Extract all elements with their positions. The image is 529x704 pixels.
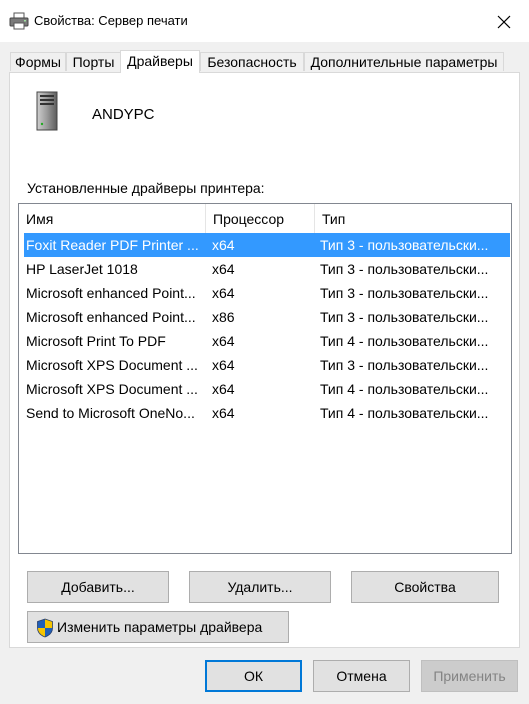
close-icon [497, 15, 511, 29]
tab-label: Безопасность [207, 54, 297, 70]
row-name: Microsoft XPS Document ... [26, 381, 198, 397]
server-icon [35, 91, 59, 131]
list-header: Имя Процессор Тип [19, 204, 511, 234]
row-processor: x86 [212, 309, 235, 325]
close-button[interactable] [484, 6, 524, 36]
properties-button[interactable]: Свойства [351, 571, 499, 603]
row-processor: x64 [212, 381, 235, 397]
table-row[interactable]: Microsoft enhanced Point... x64 Тип 3 - … [24, 281, 510, 305]
uac-shield-icon [36, 618, 54, 638]
row-type: Тип 3 - пользовательски... [320, 357, 489, 373]
row-processor: x64 [212, 261, 235, 277]
column-header-name[interactable]: Имя [19, 204, 205, 234]
row-type: Тип 4 - пользовательски... [320, 405, 489, 421]
tab-ports[interactable]: Порты [66, 52, 121, 71]
row-type: Тип 4 - пользовательски... [320, 381, 489, 397]
change-driver-settings-button[interactable]: Изменить параметры драйвера [27, 611, 289, 643]
row-processor: x64 [212, 357, 235, 373]
column-header-type[interactable]: Тип [315, 204, 511, 234]
remove-button[interactable]: Удалить... [189, 571, 331, 603]
row-name: Microsoft enhanced Point... [26, 309, 196, 325]
column-header-processor[interactable]: Процессор [206, 204, 314, 234]
row-processor: x64 [212, 405, 235, 421]
tab-drivers[interactable]: Драйверы [120, 50, 200, 73]
row-type: Тип 3 - пользовательски... [320, 309, 489, 325]
tab-advanced[interactable]: Дополнительные параметры [304, 52, 504, 71]
row-type: Тип 3 - пользовательски... [320, 285, 489, 301]
title-bar: Свойства: Сервер печати [0, 0, 529, 42]
table-row[interactable]: Microsoft XPS Document ... x64 Тип 4 - п… [24, 377, 510, 401]
row-name: Send to Microsoft OneNo... [26, 405, 195, 421]
row-processor: x64 [212, 285, 235, 301]
drivers-list[interactable]: Имя Процессор Тип Foxit Reader PDF Print… [18, 203, 512, 554]
tab-label: Дополнительные параметры [310, 54, 498, 70]
tab-forms[interactable]: Формы [10, 52, 66, 71]
table-row[interactable]: Send to Microsoft OneNo... x64 Тип 4 - п… [24, 401, 510, 425]
tab-label: Формы [15, 54, 61, 70]
table-row[interactable]: Foxit Reader PDF Printer ... x64 Тип 3 -… [24, 233, 510, 257]
ok-button[interactable]: ОК [205, 660, 302, 692]
add-button[interactable]: Добавить... [27, 571, 169, 603]
table-row[interactable]: HP LaserJet 1018 x64 Тип 3 - пользовател… [24, 257, 510, 281]
row-name: Foxit Reader PDF Printer ... [26, 237, 199, 253]
row-name: Microsoft enhanced Point... [26, 285, 196, 301]
table-row[interactable]: Microsoft enhanced Point... x86 Тип 3 - … [24, 305, 510, 329]
row-type: Тип 4 - пользовательски... [320, 333, 489, 349]
installed-drivers-label: Установленные драйверы принтера: [27, 180, 265, 196]
cancel-button[interactable]: Отмена [313, 660, 410, 692]
table-row[interactable]: Microsoft XPS Document ... x64 Тип 3 - п… [24, 353, 510, 377]
apply-button[interactable]: Применить [421, 660, 518, 692]
row-name: Microsoft Print To PDF [26, 333, 166, 349]
row-type: Тип 3 - пользовательски... [320, 261, 489, 277]
tab-label: Драйверы [127, 53, 193, 69]
printer-icon [9, 12, 29, 30]
change-driver-settings-label: Изменить параметры драйвера [57, 619, 263, 635]
row-processor: x64 [212, 237, 235, 253]
tab-security[interactable]: Безопасность [200, 52, 304, 71]
row-name: Microsoft XPS Document ... [26, 357, 198, 373]
server-name: ANDYPC [92, 106, 155, 123]
tab-label: Порты [72, 54, 115, 70]
window-title: Свойства: Сервер печати [34, 13, 188, 28]
table-row[interactable]: Microsoft Print To PDF x64 Тип 4 - польз… [24, 329, 510, 353]
row-type: Тип 3 - пользовательски... [320, 237, 489, 253]
row-name: HP LaserJet 1018 [26, 261, 138, 277]
row-processor: x64 [212, 333, 235, 349]
